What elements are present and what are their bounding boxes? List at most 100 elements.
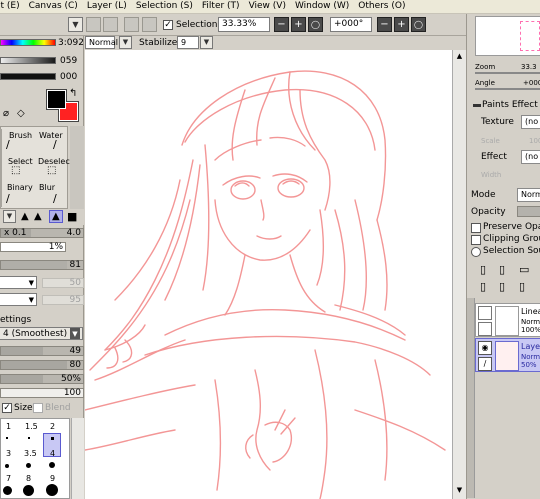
brush-lock-icon[interactable]: ∕ — [478, 357, 492, 371]
tool-blur-label[interactable]: Blur — [39, 183, 55, 192]
blend-mode-dropdown-icon[interactable]: ▼ — [119, 36, 132, 49]
angle-slider[interactable] — [475, 88, 540, 90]
value-slider[interactable] — [0, 73, 56, 80]
size-multiplier[interactable]: x 0.1 — [4, 228, 27, 238]
eye-icon[interactable]: ◉ — [478, 341, 492, 355]
stabilizer-dropdown-icon[interactable]: ▼ — [200, 36, 213, 49]
blend-mode-layer-select[interactable]: Norm — [517, 188, 540, 202]
zoom-field[interactable]: 33.33% — [218, 17, 270, 32]
menu-selection[interactable]: Selection (S) — [136, 0, 202, 13]
size-checkbox[interactable]: ✓ — [2, 403, 12, 413]
brush-dot[interactable] — [26, 463, 31, 468]
brush-dot[interactable] — [3, 486, 12, 495]
brush-size-cell[interactable]: 1 — [6, 422, 11, 431]
brush-dot[interactable] — [49, 462, 55, 468]
opacity-slider[interactable] — [517, 206, 540, 217]
scroll-down-icon[interactable]: ▼ — [455, 486, 464, 495]
canvas-vertical-scrollbar[interactable]: ▲ ▼ — [452, 50, 466, 499]
stabilizer-value[interactable]: 9 — [177, 36, 199, 49]
navigator-thumbnail[interactable] — [475, 16, 540, 56]
hue-slider[interactable] — [0, 39, 56, 46]
brush-size-cell[interactable]: 4 — [50, 449, 55, 458]
menu-layer[interactable]: Layer (L) — [87, 0, 136, 13]
param-slider-4[interactable]: 100 — [0, 388, 84, 398]
brush-size-cell[interactable]: 3 — [6, 449, 11, 458]
rotate-left-icon[interactable]: − — [377, 17, 392, 32]
deselect-icon-tool[interactable]: ⬚ — [47, 165, 56, 176]
shape-square-icon[interactable]: ■ — [67, 210, 77, 223]
rotate-reset-icon[interactable]: ◯ — [411, 17, 426, 32]
effect-select[interactable]: (no — [521, 150, 540, 164]
shape-selected[interactable]: ▲ — [49, 210, 63, 223]
brush-size-cell[interactable]: 2 — [50, 422, 55, 431]
shape-dropdown-icon[interactable]: ▼ — [3, 210, 16, 223]
new-linework-layer-icon[interactable]: ▯ — [499, 263, 505, 276]
zoom-slider[interactable] — [475, 72, 540, 74]
brush-size-cell[interactable]: 7 — [6, 474, 11, 483]
water-icon[interactable]: ∕ — [53, 138, 57, 151]
brush-size-cell[interactable]: 1.5 — [25, 422, 38, 431]
brush-dot[interactable] — [28, 437, 30, 439]
navigator-viewport[interactable] — [520, 21, 540, 51]
effect-select[interactable]: ▼ — [0, 293, 37, 306]
selection-checkbox[interactable]: ✓ — [163, 20, 173, 30]
layer-item[interactable]: Linea Norma 100% — [475, 303, 540, 337]
brush-size-cell[interactable]: 3.5 — [24, 449, 37, 458]
brush-dot[interactable] — [46, 484, 58, 496]
binary-pen-icon[interactable]: ∕ — [6, 192, 10, 205]
menu-edit[interactable]: it (E) — [0, 0, 29, 13]
param-slider-1[interactable]: 49 — [0, 346, 84, 356]
texture-select[interactable]: (no — [521, 115, 540, 129]
texture-strength-slider[interactable]: 50 — [42, 278, 84, 288]
rotate-field[interactable]: +000° — [330, 17, 372, 32]
transform-icon[interactable] — [124, 17, 139, 32]
blend-checkbox[interactable] — [33, 403, 43, 413]
eyedropper-icon[interactable]: ⌀ — [3, 108, 9, 119]
menu-window[interactable]: Window (W) — [295, 0, 358, 13]
tool-scroll[interactable] — [70, 126, 84, 209]
clipping-group-checkbox[interactable] — [471, 235, 481, 245]
new-folder-icon[interactable]: ▭ — [519, 263, 529, 276]
preserve-opacity-checkbox[interactable] — [471, 223, 481, 233]
rotate-right-icon[interactable]: + — [394, 17, 409, 32]
brush-dot[interactable] — [51, 437, 54, 440]
effect-strength-slider[interactable]: 95 — [42, 295, 84, 305]
menu-view[interactable]: View (V) — [249, 0, 295, 13]
menu-others[interactable]: Others (O) — [358, 0, 414, 13]
layer-visibility[interactable] — [478, 306, 492, 320]
collapse-icon[interactable] — [473, 104, 481, 107]
tool-water-label[interactable]: Water — [39, 131, 63, 140]
brush-dot[interactable] — [6, 437, 8, 439]
scroll-up-icon[interactable]: ▲ — [455, 52, 464, 61]
deselect-icon[interactable] — [86, 17, 101, 32]
blur-icon[interactable]: ∕ — [53, 192, 57, 205]
dropdown-arrow-icon[interactable]: ▼ — [68, 17, 83, 32]
layer-lock[interactable] — [478, 322, 492, 336]
brush-size-cell[interactable]: 9 — [50, 474, 55, 483]
tool-brush-label[interactable]: Brush — [9, 131, 32, 140]
size-slider[interactable]: x 0.1 4.0 — [0, 228, 84, 238]
transparent-color-icon[interactable]: ◇ — [17, 108, 25, 119]
shape-triangle-icon[interactable]: ▲ — [21, 211, 29, 222]
brush-size-cell[interactable]: 8 — [26, 474, 31, 483]
density-slider[interactable]: 81 — [0, 260, 84, 270]
blend-mode-select[interactable]: Normal — [85, 36, 118, 49]
flip-icon[interactable] — [142, 17, 157, 32]
layer-item[interactable]: ◉ ∕ Layer Norma 50% — [475, 338, 540, 372]
brush-dot[interactable] — [23, 485, 34, 496]
new-layer-icon[interactable]: ▯ — [480, 263, 486, 276]
select-icon[interactable]: ⬚ — [11, 165, 20, 176]
zoom-reset-icon[interactable]: ◯ — [308, 17, 323, 32]
min-size-slider[interactable]: 1% — [0, 242, 66, 252]
zoom-in-icon[interactable]: + — [291, 17, 306, 32]
merge-down-icon[interactable]: ▯ — [499, 280, 505, 293]
brush-dot[interactable] — [5, 464, 9, 468]
menu-filter[interactable]: Filter (T) — [202, 0, 249, 13]
saturation-slider[interactable] — [0, 57, 56, 64]
tool-binary-label[interactable]: Binary — [7, 183, 33, 192]
menu-canvas[interactable]: Canvas (C) — [29, 0, 87, 13]
invert-selection-icon[interactable] — [103, 17, 118, 32]
clear-layer-icon[interactable]: ▯ — [519, 280, 525, 293]
texture-select[interactable]: ▼ — [0, 276, 37, 289]
param-slider-3[interactable]: 50% — [0, 374, 84, 384]
